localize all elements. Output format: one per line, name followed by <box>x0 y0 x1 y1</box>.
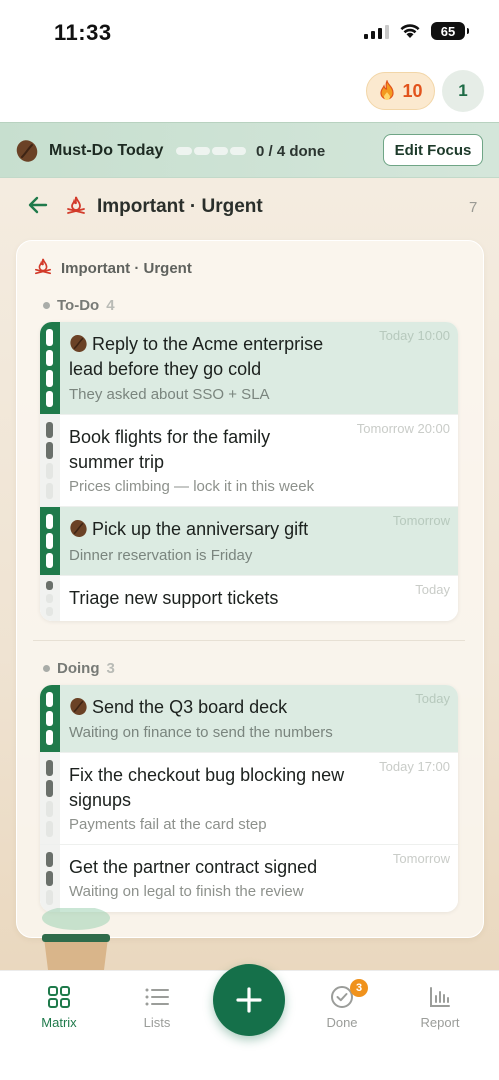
task-due-time: Today <box>415 691 450 706</box>
focus-title: Must-Do Today <box>49 142 164 159</box>
priority-stripe <box>40 845 60 912</box>
tab-label: Matrix <box>41 1015 77 1030</box>
coffee-bean-icon <box>70 519 87 538</box>
task-title-line2: summer trip <box>69 452 165 472</box>
task-due-time: Today 10:00 <box>379 328 450 343</box>
task-subtitle: Dinner reservation is Friday <box>69 547 253 564</box>
task-due-time: Tomorrow 20:00 <box>356 421 450 436</box>
quadrant-title: Important · Urgent <box>61 260 192 277</box>
task-row[interactable]: Send the Q3 board deck Waiting on financ… <box>40 685 458 753</box>
coffee-bean-icon <box>16 140 38 162</box>
task-title-line1: Book flights for the family <box>69 427 271 447</box>
battery-icon: 65 <box>431 22 469 40</box>
coffee-bean-icon <box>70 334 87 353</box>
priority-stripe <box>40 322 60 414</box>
task-due-time: Today <box>415 582 450 597</box>
priority-stripe <box>40 507 60 575</box>
status-bar: 11:33 65 <box>0 0 499 62</box>
streak-count: 10 <box>402 80 423 101</box>
task-title: Triage new support tickets <box>69 588 279 608</box>
task-title-line1: Fix the checkout bug blocking new <box>69 765 345 785</box>
priority-stripe <box>40 753 60 844</box>
todo-task-list: Reply to the Acme enterprise lead before… <box>40 322 458 621</box>
task-row[interactable]: Fix the checkout bug blocking new signup… <box>40 753 458 845</box>
tab-matrix[interactable]: Matrix <box>14 985 104 1030</box>
signal-icon <box>364 23 389 39</box>
section-name: To-Do <box>57 297 100 314</box>
focus-progress-text: 0 / 4 done <box>256 143 326 160</box>
task-subtitle: Payments fail at the card step <box>69 816 267 833</box>
doing-task-list: Send the Q3 board deck Waiting on financ… <box>40 685 458 912</box>
section-count: 4 <box>106 297 115 314</box>
task-count: 7 <box>469 199 478 216</box>
task-title-line1: Send the Q3 board deck <box>92 697 288 717</box>
priority-stripe <box>40 415 60 506</box>
task-title: Reply to the Acme enterprise lead before… <box>69 332 323 382</box>
task-row[interactable]: Reply to the Acme enterprise lead before… <box>40 322 458 415</box>
coffee-bean-icon <box>70 697 87 716</box>
task-row[interactable]: Book flights for the family summer trip … <box>40 415 458 507</box>
section-dot <box>43 665 50 672</box>
level-badge[interactable]: 1 <box>442 70 484 112</box>
task-title: Pick up the anniversary gift <box>69 517 308 542</box>
section-label-doing: Doing 3 <box>43 660 115 677</box>
task-title: Send the Q3 board deck <box>69 695 287 720</box>
streak-pill[interactable]: 10 <box>366 72 435 110</box>
tab-lists[interactable]: Lists <box>112 985 202 1030</box>
section-count: 3 <box>106 660 115 677</box>
bar-chart-icon <box>430 987 450 1007</box>
page-title: Important · Urgent <box>97 196 263 217</box>
section-name: Doing <box>57 660 100 677</box>
grid-icon <box>48 986 70 1008</box>
urgent-icon <box>67 196 85 214</box>
task-title-line1: Pick up the anniversary gift <box>92 519 309 539</box>
focus-progress-dots <box>176 147 246 155</box>
tab-done[interactable]: Done <box>297 985 387 1030</box>
edit-focus-button[interactable]: Edit Focus <box>383 134 483 166</box>
task-due-time: Today 17:00 <box>379 759 450 774</box>
list-icon <box>145 988 169 1006</box>
task-title-line2: signups <box>69 790 132 810</box>
tab-label: Lists <box>143 1015 171 1030</box>
task-row[interactable]: Get the partner contract signed Waiting … <box>40 845 458 912</box>
task-subtitle: They asked about SSO + SLA <box>69 386 270 403</box>
task-title: Get the partner contract signed <box>69 857 318 877</box>
status-icons: 65 <box>364 22 469 40</box>
tab-report[interactable]: Report <box>395 985 485 1030</box>
task-due-time: Tomorrow <box>392 851 450 866</box>
plus-icon <box>236 987 262 1013</box>
tab-label: Report <box>420 1015 460 1030</box>
task-title-line2: lead before they go cold <box>69 359 262 379</box>
done-badge: 3 <box>350 979 368 997</box>
task-due-time: Tomorrow <box>392 513 450 528</box>
section-divider <box>33 640 465 641</box>
nav-row: Important · Urgent 7 <box>0 186 499 226</box>
task-title: Book flights for the family summer trip <box>69 425 270 475</box>
task-subtitle: Waiting on finance to send the numbers <box>69 724 333 741</box>
priority-stripe <box>40 576 60 621</box>
task-title-line1: Reply to the Acme enterprise <box>92 334 324 354</box>
task-subtitle: Prices climbing — lock it in this week <box>69 478 315 495</box>
back-arrow-icon[interactable] <box>27 194 49 216</box>
tab-label: Done <box>326 1015 358 1030</box>
task-title: Fix the checkout bug blocking new signup… <box>69 763 344 813</box>
urgent-icon <box>34 258 52 275</box>
task-row[interactable]: Triage new support tickets Today <box>40 576 458 621</box>
task-subtitle: Waiting on legal to finish the review <box>69 883 304 900</box>
wifi-icon <box>400 24 420 38</box>
flame-icon <box>380 80 395 100</box>
section-dot <box>43 302 50 309</box>
task-row[interactable]: Pick up the anniversary gift Dinner rese… <box>40 507 458 576</box>
coffee-cup-icon <box>42 908 110 970</box>
add-task-button[interactable] <box>213 964 285 1036</box>
section-label-todo: To-Do 4 <box>43 297 115 314</box>
priority-stripe <box>40 685 60 752</box>
status-time: 11:33 <box>54 20 112 45</box>
